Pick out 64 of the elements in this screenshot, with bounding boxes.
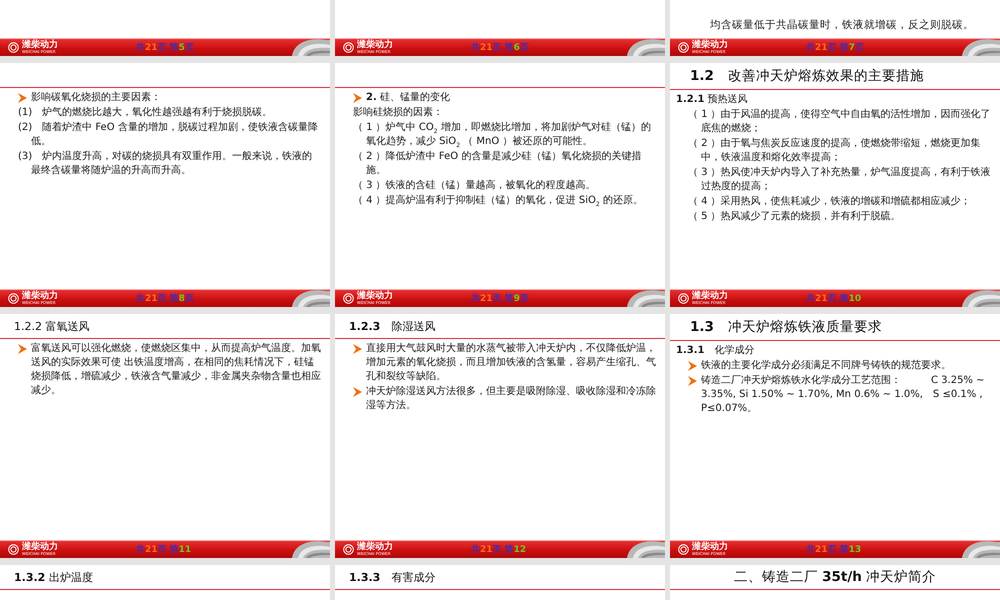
brand-name: 潍柴动力 bbox=[357, 292, 393, 301]
page-counter: 共21页 第6页 bbox=[471, 42, 530, 52]
body-text: 影响硅烧损的因素： bbox=[353, 106, 443, 120]
numbered-text: （ 4 ）提高炉温有利于抑制硅（锰）的氧化，促进 SiO$_{2}$ 的还原。 bbox=[353, 194, 643, 208]
logo-icon bbox=[678, 42, 689, 53]
bullet-text: 直接用大气鼓风时大量的水蒸气被带入冲天炉内，不仅降低炉温，增加元素的氧化烧损，而且增加铁液的含氢量，容易产生缩孔、气孔和裂纹等缺陷。 bbox=[366, 342, 657, 384]
numbered-text: （ 4 ）采用热风，使焦耗减少，铁液的增碳和增硫都相应减少； bbox=[688, 195, 971, 209]
page-counter: 共21页 第9页 bbox=[471, 294, 530, 304]
numbered-text: （ 2 ）由于氧与焦炭反应速度的提高，使燃烧带缩短，燃烧更加集中，铁液温度和熔化效率提高； bbox=[688, 137, 982, 165]
numbered-text: （ 3 ）铁液的含硅（锰）量越高，被氧化的程度越高。 bbox=[353, 179, 596, 193]
bullet-text: 2. 硅、锰量的变化 bbox=[366, 91, 450, 105]
numbered-text: （ 1 ）炉气中 CO$_{2}$ 增加，即燃烧比增加，将加剧炉气对硅（锰）的氧化趋势，减少 SiO$_{2}$ （ MnO ）被还原的可能性。 bbox=[353, 121, 652, 149]
arrow-bullet-icon bbox=[353, 93, 362, 103]
bullet-text: 冲天炉除湿送风方法很多，但主要是吸附除湿、吸收除湿和冷冻除湿等方法。 bbox=[366, 385, 657, 413]
subheading: 1.3.1 化学成分 bbox=[676, 344, 754, 358]
slide-title: 1.3 冲天炉熔炼铁液质量要求 bbox=[690, 318, 882, 336]
slide-title: 二、铸造二厂 35t/h 冲天炉简介 bbox=[734, 568, 936, 586]
logo-icon bbox=[8, 293, 19, 304]
slide-title: 1.3.3 有害成分 bbox=[349, 570, 436, 584]
numbered-text: (1) 炉气的燃烧比越大，氧化性越强越有利于烧损脱碳。 bbox=[18, 106, 272, 120]
page-counter: 共21页 第5页 bbox=[136, 42, 195, 52]
arrow-bullet-icon bbox=[688, 361, 697, 371]
brand-name: 潍柴动力 bbox=[357, 41, 393, 50]
body-text: 均含碳量低于共晶碳量时，铁液就增碳，反之则脱碳。 bbox=[710, 18, 975, 32]
page-counter: 共21页 第13 bbox=[806, 544, 862, 554]
logo-icon bbox=[678, 293, 689, 304]
numbered-text: (3) 炉内温度升高，对碳的烧损具有双重作用。一般来说，铁液的最终含碳量将随炉温的升高而升高。 bbox=[18, 150, 314, 178]
bullet-text: 铁液的主要化学成分必须满足不同牌号铸铁的规范要求。 bbox=[701, 359, 951, 373]
page-counter: 共21页 第10 bbox=[806, 294, 862, 304]
bullet-text: 富氧送风可以强化燃烧，使燃烧区集中，从而提高炉气温度。加氧送风的实际效果可使 出铁温度增高，在相同的焦耗情况下，硅锰烧损降低，增硫减少，铁液含气量减少，非金属夹杂物含量也相应减少。 bbox=[31, 342, 322, 398]
logo-icon bbox=[343, 42, 354, 53]
brand-name: 潍柴动力 bbox=[22, 543, 58, 552]
logo-icon bbox=[678, 544, 689, 555]
brand-name: 潍柴动力 bbox=[357, 543, 393, 552]
numbered-text: （ 1 ）由于风温的提高，使得空气中自由氧的活性增加，因而强化了底焦的燃烧； bbox=[688, 108, 992, 136]
arrow-bullet-icon bbox=[353, 387, 362, 397]
numbered-text: （ 3 ）热风使冲天炉内导入了补充热量，炉气温度提高，有利于铁液过热度的提高； bbox=[688, 166, 992, 194]
slide-title: 1.2.2 富氧送风 bbox=[14, 318, 90, 334]
numbered-text: （ 2 ）降低炉渣中 FeO 的含量是减少硅（锰）氧化烧损的关键措施。 bbox=[353, 150, 642, 178]
logo-icon bbox=[343, 293, 354, 304]
logo-icon bbox=[8, 544, 19, 555]
numbered-text: (2) 随着炉渣中 FeO 含量的增加，脱碳过程加剧，使铁液含碳量降低。 bbox=[18, 121, 319, 149]
arrow-bullet-icon bbox=[18, 93, 27, 103]
arrow-bullet-icon bbox=[18, 344, 27, 354]
logo-icon bbox=[8, 42, 19, 53]
page-counter: 共21页 第8页 bbox=[136, 294, 195, 304]
slide-title: 1.2 改善冲天炉熔炼效果的主要措施 bbox=[690, 67, 924, 85]
slide-title: 1.2.3 除湿送风 bbox=[349, 318, 436, 334]
page-counter: 共21页 第7页 bbox=[806, 42, 865, 52]
bullet-text: 铸造二厂冲天炉熔炼铁水化学成分工艺范围： C 3.25% ~ 3.35%, Si 1.50% ~ 1.70%, Mn 0.6% ~ 1.0%, S ≤0.1% , P≤0.07%。 bbox=[701, 374, 986, 416]
bullet-text: 影响碳氧化烧损的主要因素： bbox=[31, 91, 161, 105]
numbered-text: （ 5 ）热风减少了元素的烧损，并有利于脱硫。 bbox=[688, 210, 901, 224]
brand-name: 潍柴动力 bbox=[692, 292, 728, 301]
slide-title: 1.3.2 出炉温度 bbox=[14, 570, 93, 584]
page-counter: 共21页 第12 bbox=[471, 544, 528, 554]
brand-name: 潍柴动力 bbox=[692, 41, 728, 50]
brand-name: 潍柴动力 bbox=[692, 543, 728, 552]
page-counter: 共21页 第11 bbox=[136, 544, 192, 554]
brand-name: 潍柴动力 bbox=[22, 292, 58, 301]
subheading: 1.2.1 预热送风 bbox=[676, 93, 748, 107]
arrow-bullet-icon bbox=[353, 344, 362, 354]
arrow-bullet-icon bbox=[688, 376, 697, 386]
brand-name: 潍柴动力 bbox=[22, 41, 58, 50]
logo-icon bbox=[343, 544, 354, 555]
